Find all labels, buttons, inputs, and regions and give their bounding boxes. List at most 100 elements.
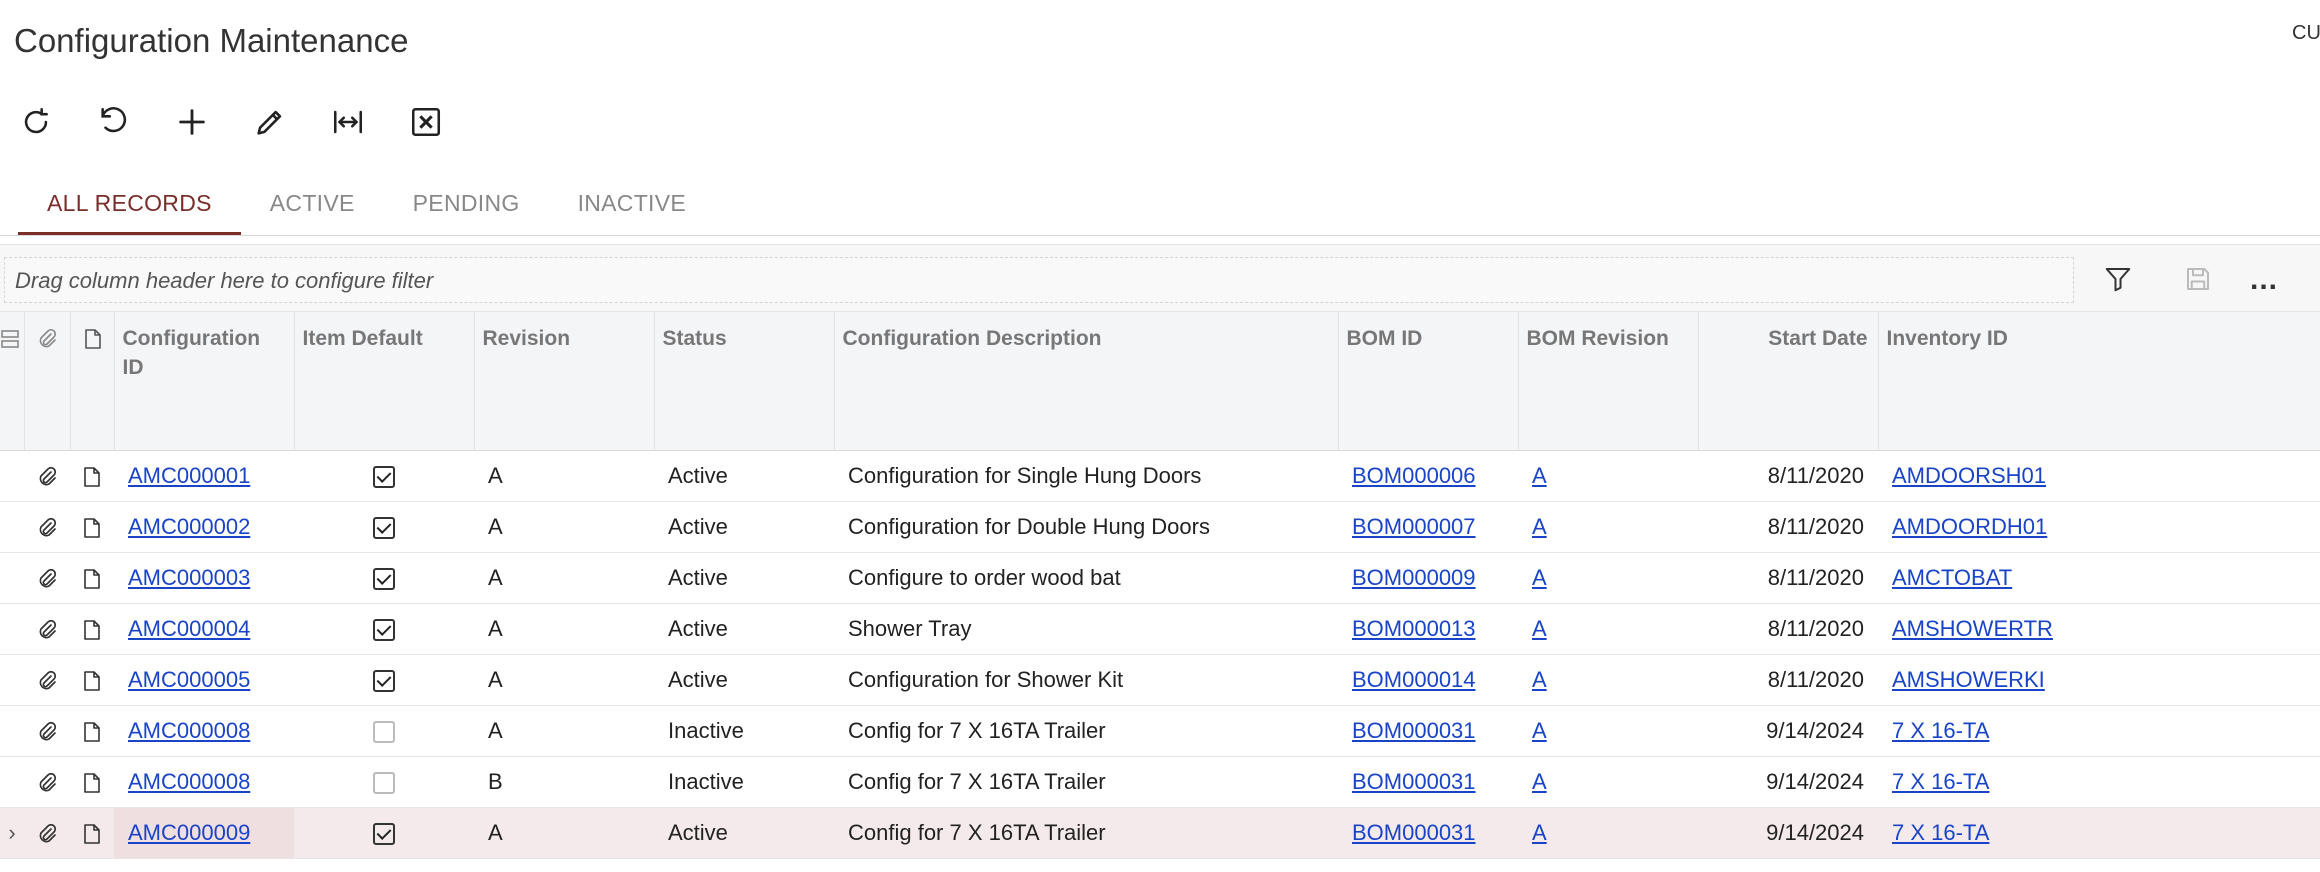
row-note-button[interactable]	[70, 501, 114, 553]
inventory-id-link[interactable]: 7 X 16-TA	[1892, 820, 1989, 845]
item-default-checkbox[interactable]	[373, 771, 395, 794]
row-selector[interactable]	[0, 603, 24, 655]
filter-drop-zone[interactable]: Drag column header here to configure fil…	[4, 257, 2074, 303]
fit-columns-button[interactable]	[326, 100, 370, 144]
configuration-id-link[interactable]: AMC000003	[128, 565, 250, 590]
item-default-checkbox[interactable]	[373, 516, 395, 539]
row-selector[interactable]	[0, 450, 24, 502]
inventory-id-link[interactable]: AMDOORDH01	[1892, 514, 2047, 539]
column-header-revision[interactable]: Revision	[474, 312, 655, 451]
configuration-id-link[interactable]: AMC000001	[128, 463, 250, 488]
refresh-button[interactable]	[14, 100, 58, 144]
row-note-button[interactable]	[70, 807, 114, 859]
table-row[interactable]: AMC000002 A Active Configuration for Double…	[0, 501, 2320, 553]
row-note-button[interactable]	[70, 450, 114, 502]
row-attachment-button[interactable]	[24, 807, 70, 859]
tab-all-records[interactable]: ALL RECORDS	[18, 180, 241, 236]
row-selector[interactable]	[0, 756, 24, 808]
bom-revision-link[interactable]: A	[1532, 820, 1547, 845]
bom-revision-link[interactable]: A	[1532, 463, 1547, 488]
column-header-status[interactable]: Status	[654, 312, 835, 451]
column-header-description[interactable]: Configuration Description	[834, 312, 1339, 451]
configuration-id-link[interactable]: AMC000005	[128, 667, 250, 692]
row-note-button[interactable]	[70, 705, 114, 757]
row-note-button[interactable]	[70, 603, 114, 655]
row-selector[interactable]	[0, 705, 24, 757]
item-default-checkbox[interactable]	[373, 618, 395, 641]
bom-revision-link[interactable]: A	[1532, 718, 1547, 743]
bom-id-link[interactable]: BOM000007	[1352, 514, 1476, 539]
attachment-header[interactable]	[24, 312, 71, 451]
filter-button[interactable]	[2098, 259, 2138, 299]
row-note-button[interactable]	[70, 756, 114, 808]
export-excel-button[interactable]	[404, 100, 448, 144]
inventory-id-link[interactable]: 7 X 16-TA	[1892, 718, 1989, 743]
row-selector[interactable]	[0, 501, 24, 553]
configuration-id-link[interactable]: AMC000008	[128, 718, 250, 743]
tab-active[interactable]: ACTIVE	[241, 180, 384, 236]
row-attachment-button[interactable]	[24, 603, 70, 655]
bom-id-link[interactable]: BOM000009	[1352, 565, 1476, 590]
inventory-id-link[interactable]: AMDOORSH01	[1892, 463, 2046, 488]
table-row[interactable]: AMC000008 A Inactive Config for 7 X 16TA Tr…	[0, 705, 2320, 757]
table-row[interactable]: AMC000001 A Active Configuration for Single…	[0, 450, 2320, 502]
row-selector[interactable]	[0, 654, 24, 706]
row-attachment-button[interactable]	[24, 501, 70, 553]
row-attachment-button[interactable]	[24, 654, 70, 706]
bom-revision-link[interactable]: A	[1532, 667, 1547, 692]
column-header-inventory-id[interactable]: Inventory ID	[1878, 312, 2320, 451]
inventory-id-link[interactable]: 7 X 16-TA	[1892, 769, 1989, 794]
row-attachment-button[interactable]	[24, 756, 70, 808]
bom-revision-link[interactable]: A	[1532, 616, 1547, 641]
more-options-button[interactable]: ...	[2250, 263, 2278, 297]
bom-id-link[interactable]: BOM000031	[1352, 769, 1476, 794]
inventory-id-link[interactable]: AMCTOBAT	[1892, 565, 2012, 590]
table-row[interactable]: AMC000004 A Active Shower Tray BOM000013 A 8/1…	[0, 603, 2320, 655]
item-default-checkbox[interactable]	[373, 720, 395, 743]
tab-inactive[interactable]: INACTIVE	[549, 180, 715, 236]
bom-revision-link[interactable]: A	[1532, 769, 1547, 794]
item-default-checkbox[interactable]	[373, 567, 395, 590]
column-header-configuration-id[interactable]: Configuration ID	[114, 312, 295, 451]
save-filter-button[interactable]	[2178, 259, 2218, 299]
column-header-start-date[interactable]: Start Date	[1698, 312, 1879, 451]
inventory-id-link[interactable]: AMSHOWERKI	[1892, 667, 2045, 692]
bom-id-link[interactable]: BOM000013	[1352, 616, 1476, 641]
table-row[interactable]: › AMC000009 A Active Config for 7 X 16TA Tra…	[0, 807, 2320, 859]
cell-configuration-id: AMC000008	[114, 756, 294, 808]
row-selector[interactable]: ›	[0, 807, 24, 859]
item-default-checkbox[interactable]	[373, 465, 395, 488]
row-attachment-button[interactable]	[24, 552, 70, 604]
row-attachment-button[interactable]	[24, 450, 70, 502]
edit-button[interactable]	[248, 100, 292, 144]
column-header-bom-revision[interactable]: BOM Revision	[1518, 312, 1699, 451]
table-row[interactable]: AMC000005 A Active Configuration for Shower…	[0, 654, 2320, 706]
item-default-checkbox[interactable]	[373, 669, 395, 692]
bom-id-link[interactable]: BOM000014	[1352, 667, 1476, 692]
undo-button[interactable]	[92, 100, 136, 144]
row-selector[interactable]	[0, 552, 24, 604]
bom-revision-link[interactable]: A	[1532, 514, 1547, 539]
note-header[interactable]	[70, 312, 115, 451]
bom-revision-link[interactable]: A	[1532, 565, 1547, 590]
configuration-id-link[interactable]: AMC000009	[128, 820, 250, 845]
row-note-button[interactable]	[70, 654, 114, 706]
inventory-id-link[interactable]: AMSHOWERTR	[1892, 616, 2053, 641]
item-default-checkbox[interactable]	[373, 822, 395, 845]
column-header-bom-id[interactable]: BOM ID	[1338, 312, 1519, 451]
table-row[interactable]: AMC000008 B Inactive Config for 7 X 16TA Tr…	[0, 756, 2320, 808]
add-button[interactable]	[170, 100, 214, 144]
configuration-id-link[interactable]: AMC000004	[128, 616, 250, 641]
tab-pending[interactable]: PENDING	[384, 180, 549, 236]
cell-start-date: 9/14/2024	[1698, 756, 1878, 808]
row-attachment-button[interactable]	[24, 705, 70, 757]
configuration-id-link[interactable]: AMC000002	[128, 514, 250, 539]
bom-id-link[interactable]: BOM000006	[1352, 463, 1476, 488]
bom-id-link[interactable]: BOM000031	[1352, 718, 1476, 743]
bom-id-link[interactable]: BOM000031	[1352, 820, 1476, 845]
configuration-id-link[interactable]: AMC000008	[128, 769, 250, 794]
column-header-item-default[interactable]: Item Default	[294, 312, 475, 451]
row-selector-header[interactable]	[0, 312, 25, 451]
table-row[interactable]: AMC000003 A Active Configure to order wood …	[0, 552, 2320, 604]
row-note-button[interactable]	[70, 552, 114, 604]
